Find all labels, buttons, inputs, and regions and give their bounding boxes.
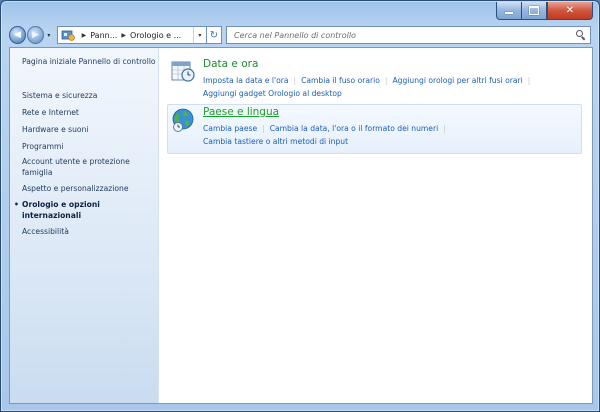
- close-button[interactable]: ✕: [547, 2, 593, 20]
- main-panel: Data e ora Imposta la data e l'ora | Cambi…: [159, 48, 592, 403]
- forward-button[interactable]: ▶: [27, 26, 45, 44]
- link-cambia-tastiere[interactable]: Cambia tastiere o altri metodi di input: [203, 137, 348, 146]
- maximize-icon: [529, 6, 539, 15]
- link-aggiungi-orologi[interactable]: Aggiungi orologi per altri fusi orari: [392, 76, 522, 85]
- links-row-paese-e-lingua-1: Cambia paese | Cambia la data, l'ora o il …: [203, 124, 451, 133]
- link-cambia-formato[interactable]: Cambia la data, l'ora o il formato dei n…: [270, 124, 439, 133]
- breadcrumb-item-pannello[interactable]: Pann...: [90, 31, 117, 40]
- link-separator: |: [527, 76, 531, 85]
- forward-arrow-icon: ▶: [32, 30, 39, 40]
- breadcrumb-item-orologio[interactable]: Orologio e ...: [130, 31, 181, 40]
- chevron-down-icon: ▾: [47, 31, 51, 39]
- close-icon: ✕: [565, 5, 575, 16]
- link-separator: |: [262, 124, 265, 133]
- link-cambia-paese[interactable]: Cambia paese: [203, 124, 257, 133]
- sidebar: Pagina iniziale Pannello di controllo Si…: [10, 48, 159, 403]
- link-aggiungi-gadget[interactable]: Aggiungi gadget Orologio al desktop: [203, 89, 342, 98]
- sidebar-item-orologio[interactable]: • Orologio e opzioni internazionali: [14, 199, 156, 221]
- breadcrumb-separator-icon: ▶: [81, 31, 87, 39]
- search-input[interactable]: [232, 29, 577, 41]
- control-panel-window: ✕ ◀ ▶ ▾ ▶ Pann... ▶ Orologio e ... ▾ ↻ C…: [0, 0, 600, 412]
- category-paese-e-lingua: Paese e lingua Cambia paese | Cambia la da…: [167, 106, 580, 152]
- back-button[interactable]: ◀: [9, 26, 27, 44]
- sidebar-item-accessibilita[interactable]: Accessibilità: [22, 226, 156, 237]
- minimize-icon: [505, 12, 513, 14]
- sidebar-item-label: Orologio e opzioni internazionali: [22, 200, 100, 220]
- link-cambia-fuso-orario[interactable]: Cambia il fuso orario: [301, 76, 380, 85]
- category-data-e-ora: Data e ora Imposta la data e l'ora | Cambi…: [167, 56, 580, 102]
- breadcrumb-separator-icon: ▶: [121, 31, 126, 39]
- link-imposta-data-ora[interactable]: Imposta la data e l'ora: [203, 76, 289, 85]
- address-bar[interactable]: ▶ Pann... ▶ Orologio e ... ▾: [56, 26, 207, 44]
- links-row-data-e-ora-1: Imposta la data e l'ora | Cambia il fuso o…: [203, 76, 535, 85]
- chevron-down-icon: ▾: [198, 31, 202, 39]
- refresh-icon: ↻: [209, 29, 219, 41]
- search-box: [226, 26, 592, 44]
- control-panel-icon: [61, 29, 75, 41]
- category-title-paese-e-lingua[interactable]: Paese e lingua: [203, 106, 279, 118]
- calendar-clock-icon[interactable]: [171, 58, 195, 82]
- minimize-button[interactable]: [496, 2, 521, 20]
- back-arrow-icon: ◀: [14, 30, 21, 40]
- address-dropdown-button[interactable]: ▾: [192, 27, 206, 43]
- content-area: Pagina iniziale Pannello di controllo Si…: [9, 47, 593, 404]
- links-row-paese-e-lingua-2: Cambia tastiere o altri metodi di input: [203, 137, 348, 146]
- links-row-data-e-ora-2: Aggiungi gadget Orologio al desktop: [203, 89, 342, 98]
- sidebar-item-rete[interactable]: Rete e Internet: [22, 107, 156, 118]
- category-title-data-e-ora[interactable]: Data e ora: [203, 58, 258, 70]
- sidebar-item-sistema[interactable]: Sistema e sicurezza: [22, 90, 156, 101]
- refresh-button[interactable]: ↻: [206, 26, 223, 44]
- recent-pages-dropdown[interactable]: ▾: [45, 32, 53, 39]
- sidebar-item-programmi[interactable]: Programmi: [22, 141, 156, 152]
- sidebar-item-home[interactable]: Pagina iniziale Pannello di controllo: [22, 56, 156, 67]
- sidebar-item-aspetto[interactable]: Aspetto e personalizzazione: [22, 183, 156, 194]
- link-separator: |: [443, 124, 446, 133]
- search-icon[interactable]: [576, 30, 586, 40]
- globe-clock-icon[interactable]: [171, 108, 195, 132]
- navigation-bar: ◀ ▶ ▾ ▶ Pann... ▶ Orologio e ... ▾ ↻: [9, 25, 592, 45]
- sidebar-item-hardware[interactable]: Hardware e suoni: [22, 124, 156, 135]
- active-bullet-icon: •: [14, 200, 19, 209]
- link-separator: |: [384, 76, 388, 85]
- maximize-button[interactable]: [521, 2, 547, 20]
- caption-buttons: ✕: [496, 2, 593, 20]
- link-separator: |: [293, 76, 297, 85]
- sidebar-item-account[interactable]: Account utente e protezione famiglia: [22, 156, 156, 178]
